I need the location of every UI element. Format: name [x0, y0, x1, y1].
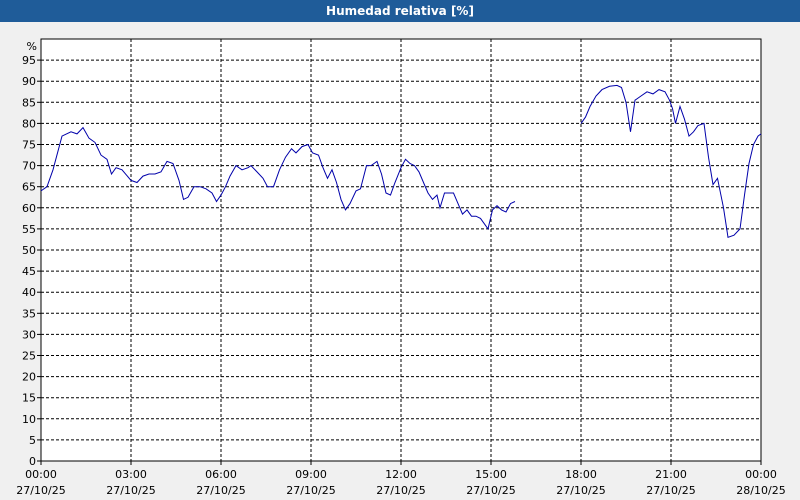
x-tick-label-time: 06:00	[205, 468, 237, 481]
y-tick-label: 70	[22, 160, 36, 173]
x-tick-label-time: 09:00	[295, 468, 327, 481]
x-tick-label-time: 12:00	[385, 468, 417, 481]
x-tick-label-date: 27/10/25	[556, 484, 605, 497]
x-tick-label-time: 00:00	[745, 468, 777, 481]
x-tick-label-date: 27/10/25	[106, 484, 155, 497]
y-tick-label: 10	[22, 413, 36, 426]
x-tick-label-time: 18:00	[565, 468, 597, 481]
x-tick-label-date: 27/10/25	[286, 484, 335, 497]
y-tick-label: 55	[22, 223, 36, 236]
y-tick-label: 85	[22, 96, 36, 109]
x-tick-label-date: 27/10/25	[196, 484, 245, 497]
y-axis-label: %	[27, 40, 37, 53]
grid-lines	[41, 39, 761, 461]
x-tick-label-date: 28/10/25	[736, 484, 785, 497]
y-tick-label: 5	[29, 434, 36, 447]
y-tick-label: 0	[29, 455, 36, 468]
y-tick-label: 35	[22, 307, 36, 320]
x-tick-label-time: 00:00	[25, 468, 57, 481]
x-tick-label-date: 27/10/25	[646, 484, 695, 497]
x-tick-label-date: 27/10/25	[16, 484, 65, 497]
y-tick-label: 15	[22, 392, 36, 405]
humidity-chart: 0 5 10 15 20 25 30 35 40 45 50 55 60 65 70 75 80 85 90 95 00…	[16, 38, 786, 497]
y-tick-label: 95	[22, 54, 36, 67]
x-tick-label-date: 27/10/25	[466, 484, 515, 497]
y-tick-label: 65	[22, 181, 36, 194]
x-tick-label-date: 27/10/25	[376, 484, 425, 497]
y-tick-label: 90	[22, 75, 36, 88]
y-tick-label: 25	[22, 350, 36, 363]
x-tick-label-time: 03:00	[115, 468, 147, 481]
y-tick-label: 45	[22, 265, 36, 278]
x-tick-label-time: 21:00	[655, 468, 687, 481]
y-tick-label: 30	[22, 328, 36, 341]
y-tick-label: 50	[22, 244, 36, 257]
x-tick-label-time: 15:00	[475, 468, 507, 481]
y-tick-label: 40	[22, 286, 36, 299]
y-tick-label: 75	[22, 139, 36, 152]
y-tick-label: 60	[22, 202, 36, 215]
y-tick-label: 80	[22, 117, 36, 130]
y-tick-label: 20	[22, 371, 36, 384]
